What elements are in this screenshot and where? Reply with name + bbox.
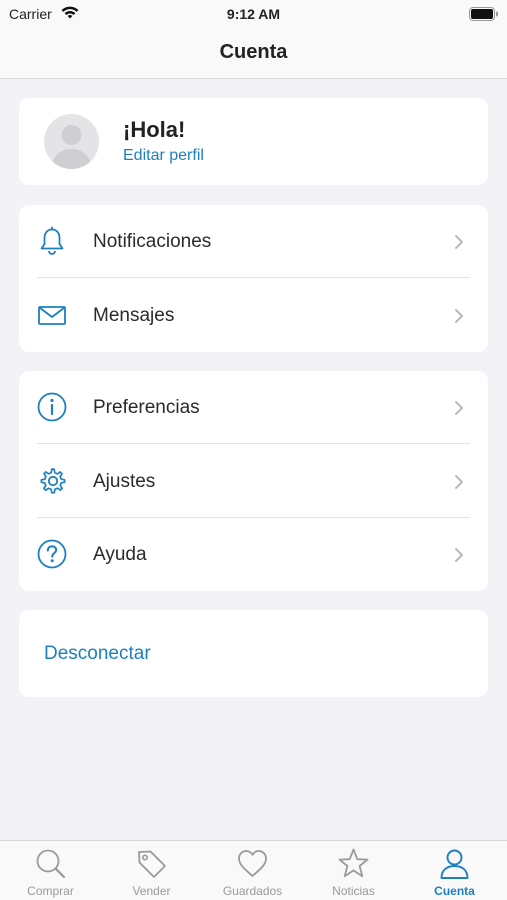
tab-label: Noticias [332,884,375,898]
gear-icon [40,468,66,494]
tab-guardados[interactable]: Guardados [202,841,303,900]
avatar-placeholder-icon [51,125,92,169]
settings-group: Preferencias Ajustes Ayuda [19,371,488,591]
row-preferencias[interactable]: Preferencias [19,371,488,444]
row-label: Ajustes [93,471,156,492]
page-title: Cuenta [219,41,288,63]
status-bar: Carrier 9:12 AM [0,0,507,28]
tab-noticias[interactable]: Noticias [303,841,404,900]
search-icon [36,849,66,879]
chevron-right-icon [455,235,463,249]
notifications-group: Notificaciones Mensajes [19,205,488,352]
user-icon [440,849,469,879]
navigation-bar: Cuenta [0,28,507,79]
row-ajustes[interactable]: Ajustes [19,445,488,518]
chevron-right-icon [455,475,463,489]
tab-bar: Comprar Vender Guardados Noticias Cuenta [0,840,507,900]
star-icon [338,848,369,878]
profile-card[interactable]: ¡Hola! Editar perfil [19,98,488,185]
tab-cuenta[interactable]: Cuenta [404,841,505,900]
tab-label: Vender [132,884,171,898]
row-label: Mensajes [93,305,175,326]
row-label: Notificaciones [93,231,212,252]
tab-label: Guardados [222,884,283,898]
chevron-right-icon [455,309,463,323]
logout-card: Desconectar [19,610,488,697]
heart-icon [238,850,267,877]
envelope-icon [38,306,66,325]
row-label: Preferencias [93,397,200,418]
row-ayuda[interactable]: Ayuda [19,518,488,591]
avatar[interactable] [44,114,99,169]
divider [37,443,470,444]
bell-icon [40,226,64,255]
tab-label: Comprar [27,884,74,898]
greeting: ¡Hola! [123,117,186,142]
clock: 9:12 AM [226,6,281,22]
chevron-right-icon [455,401,463,415]
row-label: Ayuda [93,544,147,565]
row-notificaciones[interactable]: Notificaciones [19,205,488,278]
tab-vender[interactable]: Vender [101,841,202,900]
battery-icon [469,7,499,24]
info-icon [37,392,67,422]
logout-button[interactable]: Desconectar [44,610,151,697]
tab-comprar[interactable]: Comprar [0,841,101,900]
question-icon [37,539,67,569]
tab-label: Cuenta [434,884,475,898]
divider [37,277,470,278]
tag-icon [138,850,166,878]
row-mensajes[interactable]: Mensajes [19,279,488,352]
chevron-right-icon [455,548,463,562]
edit-profile-link[interactable]: Editar perfil [123,147,204,165]
